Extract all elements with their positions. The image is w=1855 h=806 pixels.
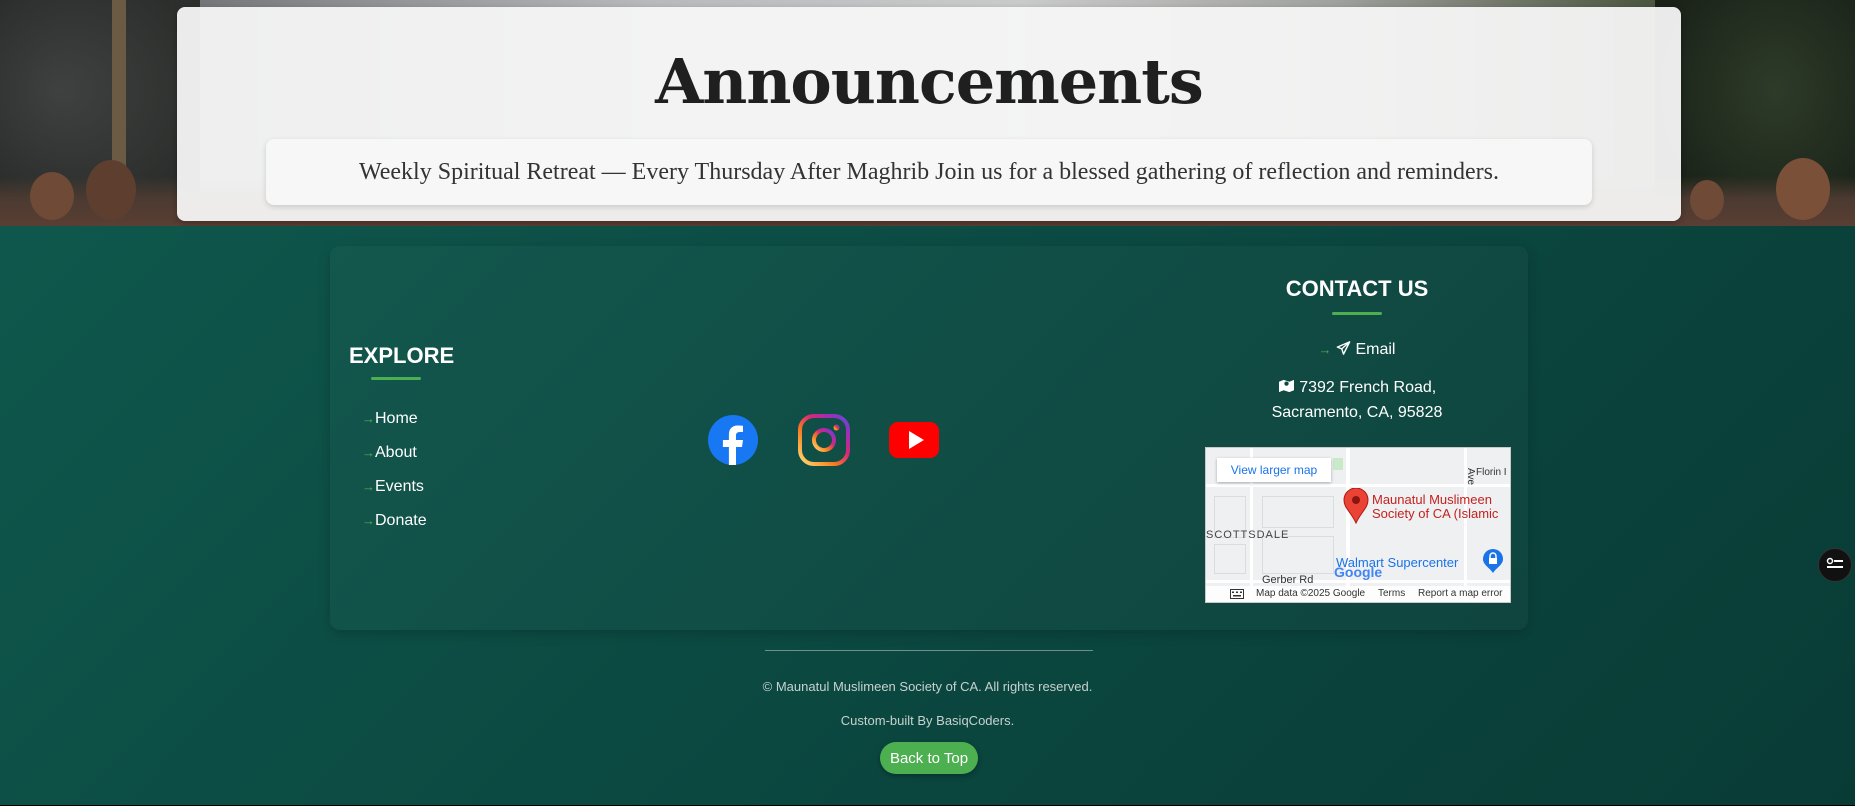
copyright-text: © Maunatul Muslimeen Society of CA. All … [762, 679, 1093, 694]
address-line2: Sacramento, CA, 95828 [1271, 404, 1443, 421]
email-label: Email [1355, 341, 1396, 358]
youtube-icon[interactable] [888, 414, 940, 466]
contact-heading: CONTACT US [1285, 276, 1429, 301]
hero-background: Announcements Weekly Spiritual Retreat —… [0, 0, 1855, 226]
heading-underline [1332, 312, 1382, 315]
map-pin-icon [1343, 487, 1369, 529]
view-larger-map-link[interactable]: View larger map [1217, 458, 1331, 482]
nav-link-donate[interactable]: →Donate [362, 504, 427, 538]
announcement-item: Weekly Spiritual Retreat — Every Thursda… [266, 139, 1592, 205]
map-icon [1278, 379, 1299, 396]
nav-link-events[interactable]: →Events [362, 470, 427, 504]
nav-link-about[interactable]: →About [362, 436, 427, 470]
announcements-card: Announcements Weekly Spiritual Retreat —… [177, 7, 1681, 221]
explore-nav: →Home →About →Events →Donate [362, 402, 427, 538]
explore-section: EXPLORE [349, 343, 455, 380]
site-footer: EXPLORE →Home →About →Events →Donate CON… [0, 226, 1855, 806]
credit-text: Custom-built By BasiqCoders. [840, 713, 1015, 728]
email-link[interactable]: → Email [1205, 341, 1509, 359]
map-attribution: Map data ©2025 Google Terms Report a map… [1206, 586, 1510, 602]
nav-link-home[interactable]: →Home [362, 402, 427, 436]
side-toggle-button[interactable] [1818, 548, 1852, 582]
map-terms-link[interactable]: Terms [1378, 586, 1405, 602]
store-pin-icon [1481, 548, 1505, 579]
toggle-list-icon [1826, 556, 1844, 575]
keyboard-icon[interactable] [1230, 589, 1244, 602]
heading-underline [371, 377, 421, 380]
footer-divider [765, 650, 1093, 651]
instagram-icon[interactable] [798, 414, 850, 466]
paper-plane-icon [1336, 341, 1355, 358]
announcements-title: Announcements [655, 45, 1204, 118]
contact-section: CONTACT US → Email 7392 French Road, Sac… [1205, 276, 1509, 425]
map-report-link[interactable]: Report a map error [1418, 586, 1502, 602]
back-to-top-button[interactable]: Back to Top [880, 742, 978, 774]
address: 7392 French Road, Sacramento, CA, 95828 [1205, 375, 1509, 425]
facebook-icon[interactable] [707, 414, 759, 466]
google-logo: Google [1334, 564, 1383, 580]
google-map[interactable]: View larger map Ave Florin I Maunatul Mu… [1205, 447, 1511, 603]
address-line1: 7392 French Road, [1299, 379, 1437, 396]
explore-heading: EXPLORE [349, 343, 455, 368]
